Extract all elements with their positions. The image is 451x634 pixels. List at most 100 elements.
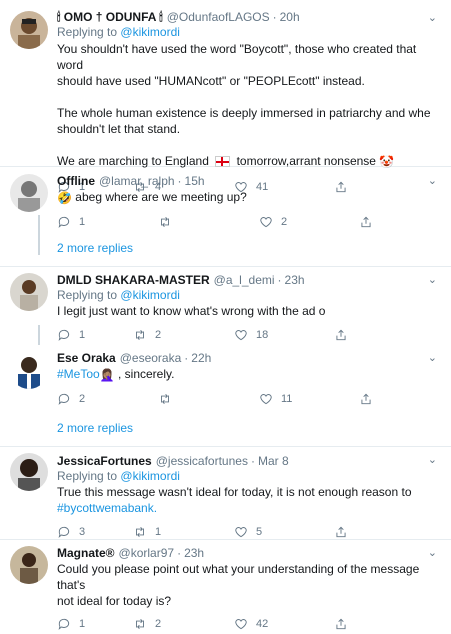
like-button[interactable]: 11 — [259, 392, 359, 406]
tweet-actions: 1 2 — [57, 212, 441, 232]
thread-line — [38, 215, 40, 255]
reply-count: 1 — [79, 215, 86, 228]
reply-icon — [58, 216, 70, 228]
user-handle[interactable]: @a_l_demi — [214, 273, 275, 288]
tweet[interactable]: ⌄ 🕯 OMO † ODUNFA 🕯 @OdunfaofLAGOS · 20h … — [0, 0, 451, 193]
like-count: 2 — [281, 215, 288, 228]
tweet[interactable]: ⌄ Ese Oraka @eseoraka · 22h #MeToo🤦🏽‍♀️ … — [0, 347, 451, 410]
reply-button[interactable]: 1 — [57, 617, 133, 631]
retweet-button[interactable]: 2 — [133, 328, 234, 342]
retweet-icon — [136, 619, 144, 629]
chevron-down-icon[interactable]: ⌄ — [428, 351, 437, 364]
reply-button[interactable]: 3 — [57, 525, 133, 539]
user-handle[interactable]: @korlar97 — [119, 546, 175, 561]
separator-dot: · — [277, 273, 282, 287]
chevron-down-icon[interactable]: ⌄ — [428, 273, 437, 286]
reply-button[interactable]: 1 — [57, 215, 158, 229]
share-button[interactable] — [334, 525, 348, 539]
retweet-button[interactable]: 2 — [133, 617, 234, 631]
chevron-down-icon[interactable]: ⌄ — [428, 11, 437, 24]
mention-link[interactable]: @kikimordi — [120, 25, 180, 39]
separator-dot: · — [177, 174, 182, 188]
like-button[interactable]: 2 — [259, 215, 359, 229]
timestamp[interactable]: 23h — [184, 546, 204, 561]
chevron-down-icon[interactable]: ⌄ — [428, 453, 437, 466]
like-button[interactable]: 18 — [234, 328, 334, 342]
tweet-text: 🤣 abeg where are we meeting up? — [57, 189, 441, 206]
reply-icon — [58, 618, 70, 630]
share-button[interactable] — [334, 617, 348, 631]
retweet-icon — [161, 216, 169, 227]
reply-icon — [58, 329, 70, 341]
share-button[interactable] — [359, 215, 373, 229]
tweet[interactable]: ⌄ DMLD SHAKARA-MASTER @a_l_demi · 23h Re… — [0, 267, 451, 347]
separator-dot: · — [272, 10, 277, 24]
retweet-button[interactable] — [158, 215, 259, 229]
share-icon — [336, 526, 346, 538]
timestamp[interactable]: Mar 8 — [258, 454, 289, 469]
display-name[interactable]: DMLD SHAKARA-MASTER — [57, 273, 210, 288]
share-button[interactable] — [334, 328, 348, 342]
reply-prefix: Replying to — [57, 469, 118, 483]
display-name[interactable]: Offline — [57, 174, 95, 189]
timestamp[interactable]: 23h — [285, 273, 305, 288]
reply-context: Replying to @kikimordi — [57, 469, 441, 484]
text-line: You shouldn't have used the word "Boycot… — [57, 42, 417, 72]
like-button[interactable]: 42 — [234, 617, 334, 631]
avatar[interactable] — [10, 174, 48, 212]
share-icon — [336, 618, 346, 630]
tweet[interactable]: ⌄ Offline @lamar_ralph · 15h 🤣 abeg wher… — [0, 167, 451, 255]
share-icon — [361, 216, 371, 227]
reply-button[interactable]: 1 — [57, 328, 133, 342]
more-replies-link[interactable]: 2 more replies — [0, 230, 451, 266]
like-button[interactable]: 5 — [234, 525, 334, 539]
avatar[interactable] — [10, 351, 48, 389]
hashtag-link[interactable]: #bycottwemabank. — [57, 501, 157, 515]
display-name[interactable]: Ese Oraka — [57, 351, 116, 366]
hashtag-link[interactable]: #MeToo — [57, 367, 100, 381]
mention-link[interactable]: @kikimordi — [120, 288, 180, 302]
text-fragment: , sincerely. — [118, 367, 175, 381]
tweet[interactable]: ⌄ JessicaFortunes @jessicafortunes · Mar… — [0, 447, 451, 539]
user-handle[interactable]: @OdunfaofLAGOS — [167, 10, 270, 25]
timestamp[interactable]: 22h — [191, 351, 211, 366]
retweet-button[interactable]: 1 — [133, 525, 234, 539]
user-handle[interactable]: @jessicafortunes — [156, 454, 248, 469]
mention-link[interactable]: @kikimordi — [120, 469, 180, 483]
like-count: 11 — [281, 392, 293, 405]
tweet-text: #MeToo🤦🏽‍♀️ , sincerely. — [57, 366, 441, 383]
retweet-count: 1 — [155, 526, 162, 538]
more-replies-link[interactable]: 2 more replies — [0, 410, 451, 446]
avatar[interactable] — [10, 546, 48, 584]
reply-prefix: Replying to — [57, 25, 118, 39]
avatar[interactable] — [10, 273, 48, 311]
user-handle[interactable]: @eseoraka — [120, 351, 182, 366]
reply-count: 3 — [79, 526, 86, 538]
avatar[interactable] — [10, 11, 48, 49]
heart-icon — [260, 393, 272, 405]
avatar[interactable] — [10, 453, 48, 491]
reply-count: 2 — [79, 392, 86, 405]
tweet-actions: 2 11 — [57, 389, 441, 409]
tweet-text: Could you please point out what your und… — [57, 561, 441, 609]
share-button[interactable] — [359, 392, 373, 406]
display-name[interactable]: Magnate® — [57, 546, 115, 561]
rolling-laughing-icon: 🤣 — [57, 190, 72, 205]
user-handle[interactable]: @lamar_ralph — [99, 174, 175, 189]
chevron-down-icon[interactable]: ⌄ — [428, 174, 437, 187]
retweet-button[interactable] — [158, 392, 259, 406]
display-name[interactable]: JessicaFortunes — [57, 454, 152, 469]
chevron-down-icon[interactable]: ⌄ — [428, 546, 437, 559]
reply-prefix: Replying to — [57, 288, 118, 302]
timestamp[interactable]: 15h — [185, 174, 205, 189]
heart-icon — [235, 330, 247, 341]
text-line: not ideal for today is? — [57, 594, 172, 608]
display-name[interactable]: 🕯 OMO † ODUNFA 🕯 — [57, 10, 163, 25]
separator-dot: · — [184, 351, 189, 365]
timestamp[interactable]: 20h — [280, 10, 300, 25]
reply-button[interactable]: 2 — [57, 392, 158, 406]
tweet[interactable]: ⌄ Magnate® @korlar97 · 23h Could you ple… — [0, 540, 451, 630]
heart-icon — [235, 619, 247, 630]
heart-icon — [235, 527, 247, 538]
text-fragment: tomorrow,arrant nonsense — [236, 154, 376, 168]
